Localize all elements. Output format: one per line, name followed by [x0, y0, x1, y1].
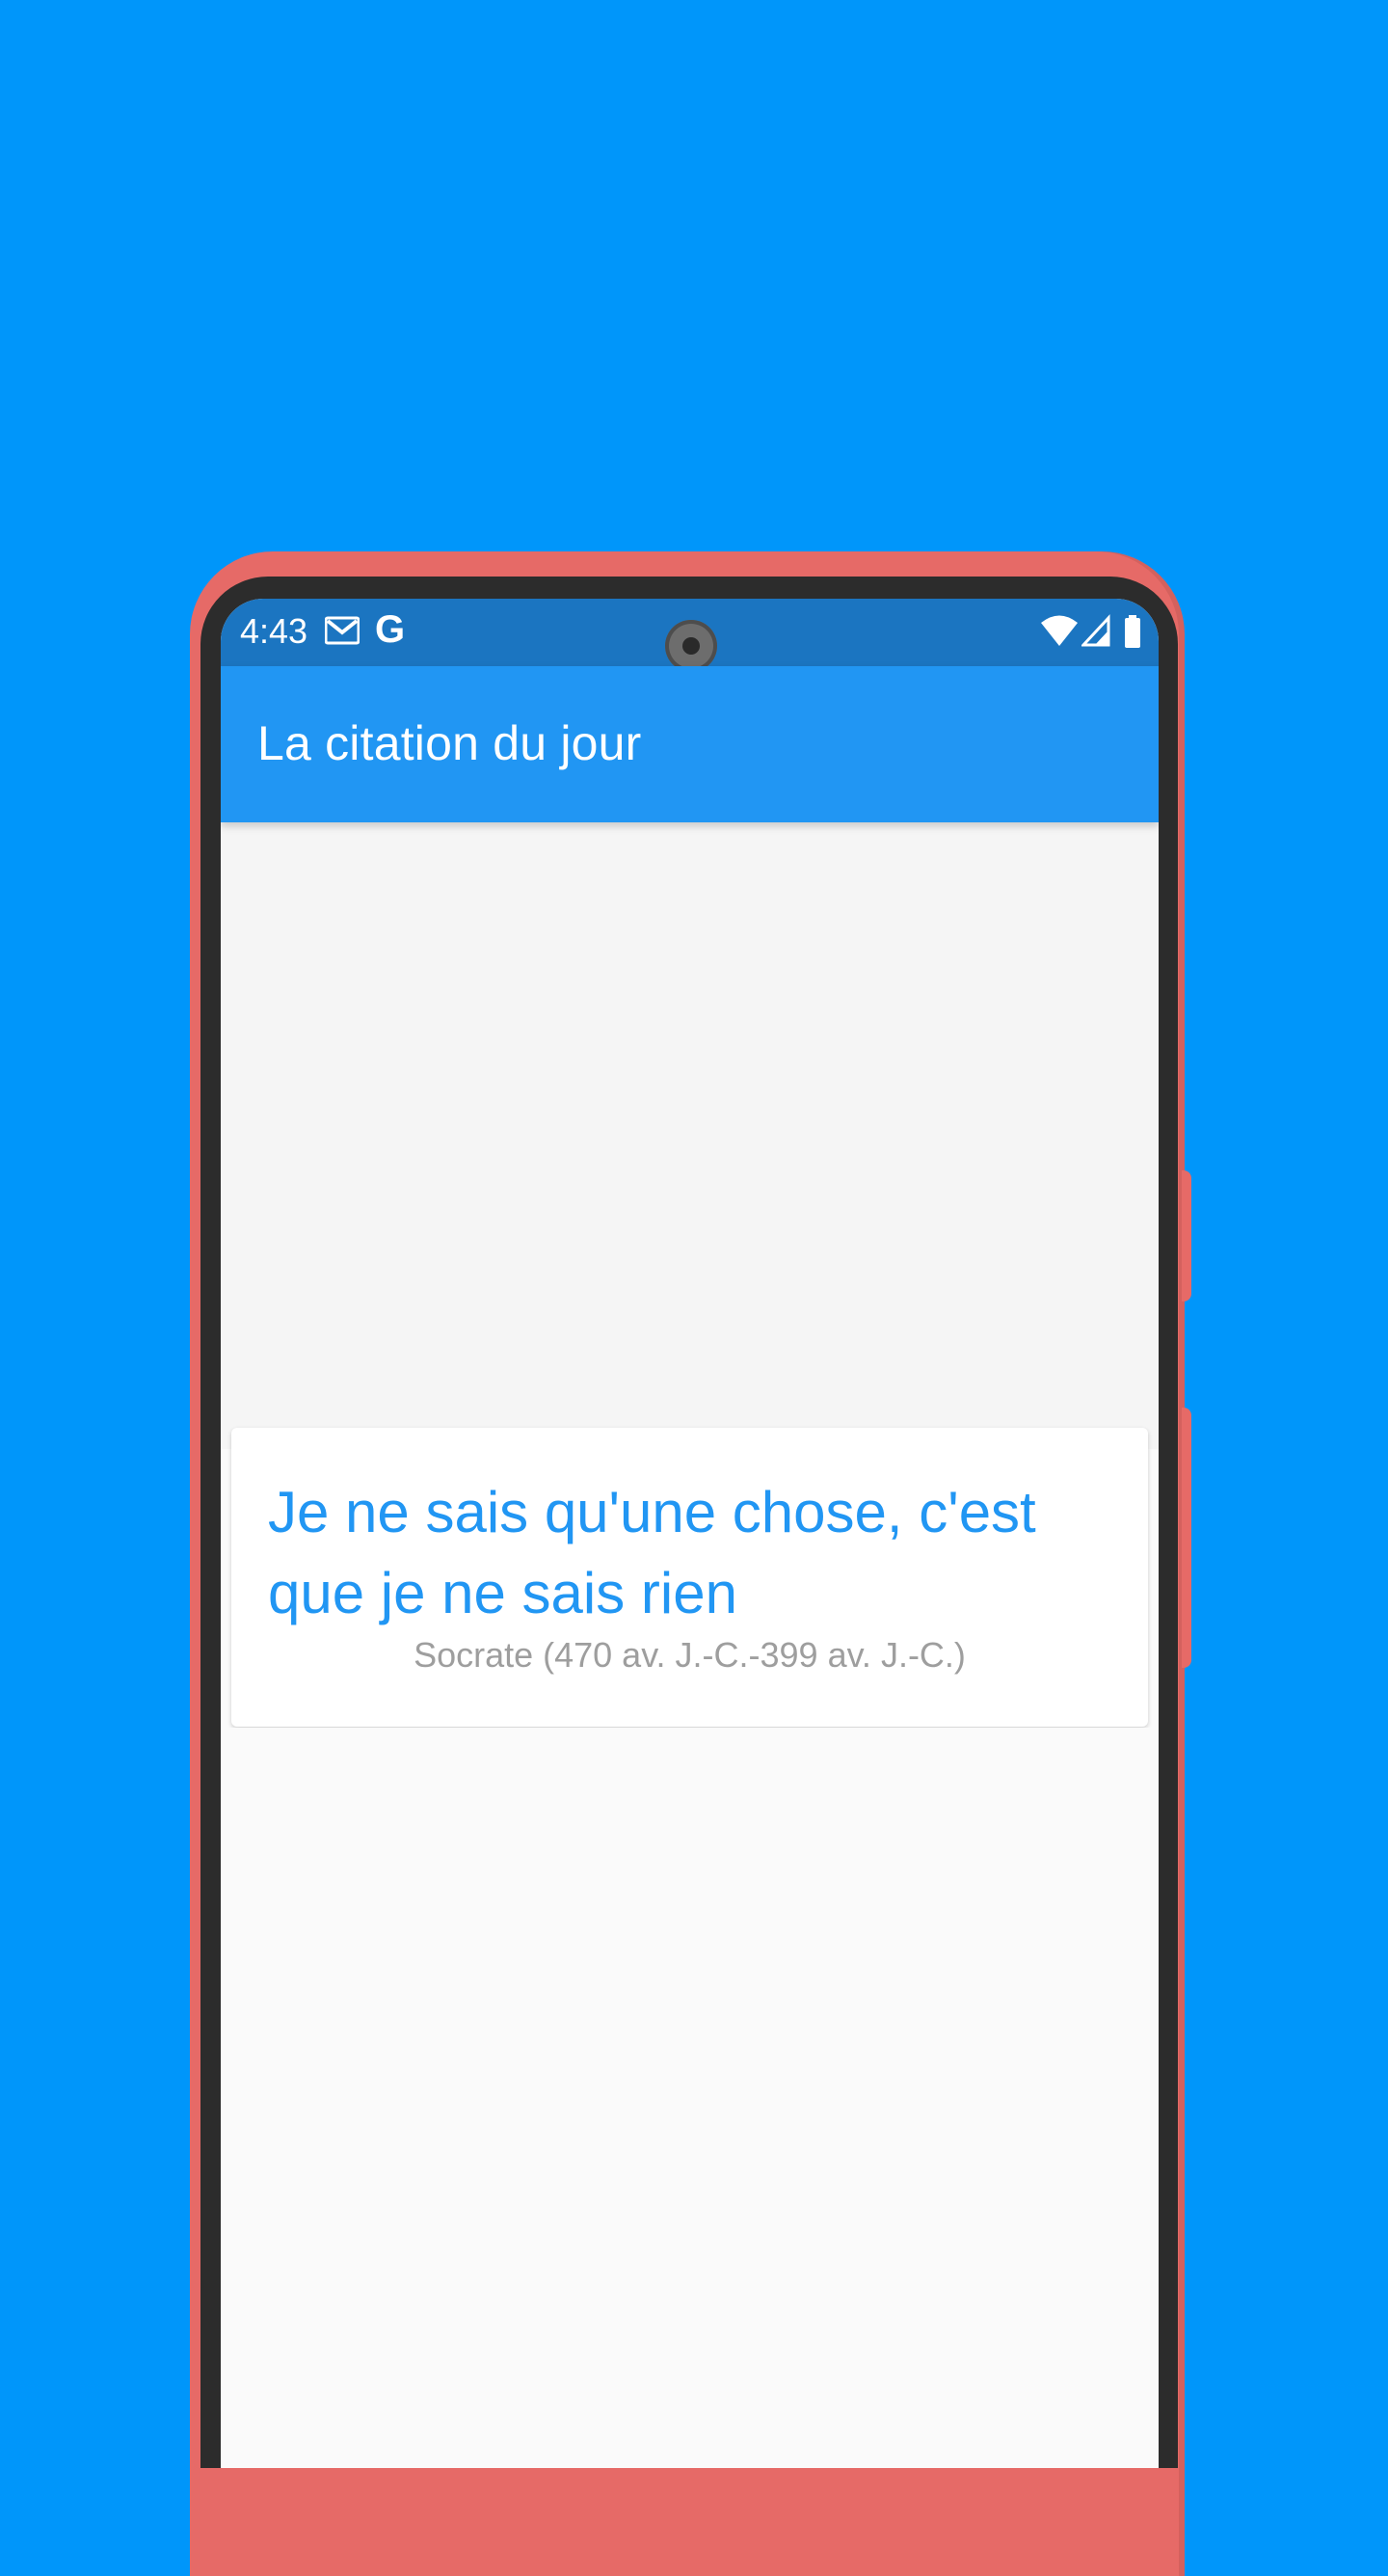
app-bar: La citation du jour: [221, 666, 1159, 822]
app-title: La citation du jour: [257, 716, 642, 770]
battery-icon: [1123, 614, 1142, 649]
device-screen: 4:43 G La citation du jour Je ne sais qu…: [221, 599, 1159, 2468]
wifi-icon: [1040, 614, 1079, 647]
quote-text: Je ne sais qu'une chose, c'est que je ne…: [268, 1480, 1036, 1625]
volume-button: [1182, 1170, 1191, 1301]
quote-card: Je ne sais qu'une chose, c'est que je ne…: [231, 1428, 1148, 1727]
google-icon: G: [375, 608, 406, 651]
power-button: [1182, 1408, 1191, 1668]
front-camera: [665, 620, 717, 672]
signal-icon: [1080, 614, 1110, 647]
status-bar: 4:43 G: [221, 599, 1159, 672]
content-area-top: [221, 822, 1159, 1449]
gmail-icon: [324, 616, 360, 645]
content-area-bottom: [221, 1728, 1159, 2468]
status-time: 4:43: [240, 611, 308, 651]
quote-author: Socrate (470 av. J.-C.-399 av. J.-C.): [414, 1635, 966, 1675]
